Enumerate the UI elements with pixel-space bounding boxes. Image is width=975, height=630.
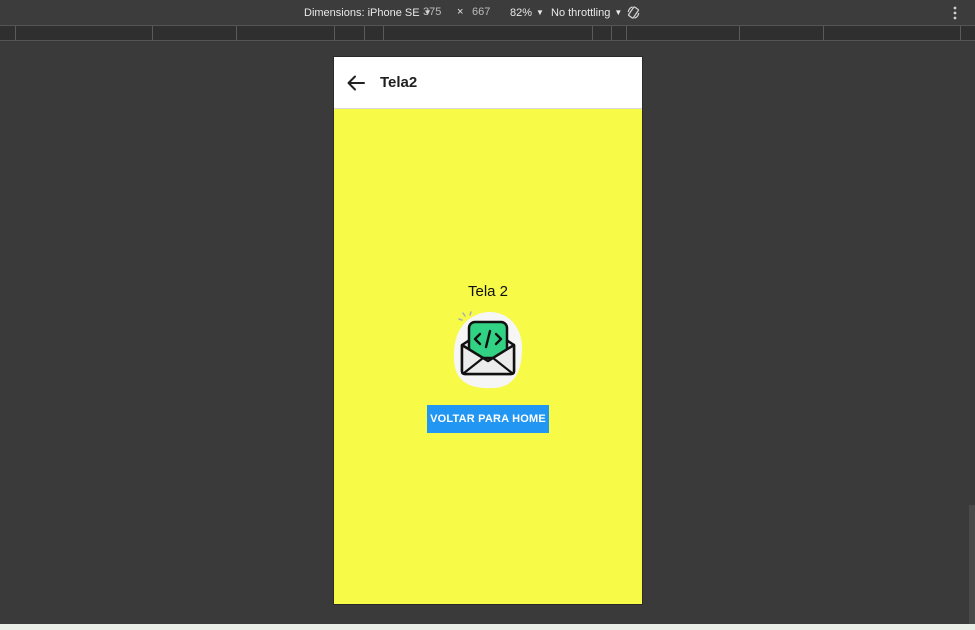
back-to-home-button[interactable]: VOLTAR PARA HOME bbox=[427, 405, 549, 433]
width-input[interactable]: 375 bbox=[423, 0, 441, 25]
media-query-ruler[interactable] bbox=[0, 26, 975, 41]
times-sign: × bbox=[457, 6, 464, 18]
height-input[interactable]: 667 bbox=[472, 0, 490, 25]
more-vertical-icon bbox=[953, 6, 957, 20]
ruler-tick bbox=[626, 26, 627, 40]
screen-title: Tela 2 bbox=[467, 283, 509, 300]
ruler-tick bbox=[15, 26, 16, 40]
chevron-down-icon: ▼ bbox=[536, 8, 544, 17]
ruler-tick bbox=[334, 26, 335, 40]
throttling-label: No throttling bbox=[551, 7, 611, 19]
ruler-tick bbox=[152, 26, 153, 40]
ruler-tick bbox=[592, 26, 593, 40]
ruler-tick bbox=[960, 26, 961, 40]
rotate-icon bbox=[627, 6, 640, 19]
rotate-button[interactable] bbox=[626, 5, 641, 21]
ruler-tick bbox=[236, 26, 237, 40]
zoom-label: 82% bbox=[510, 7, 533, 19]
bottom-strip bbox=[0, 624, 975, 630]
ruler-tick bbox=[383, 26, 384, 40]
device-viewport: Tela2 Tela 2 VOLTAR PARA HOME bbox=[334, 57, 642, 604]
device-select[interactable]: Dimensions: iPhone SE ▼ bbox=[304, 0, 431, 25]
chevron-down-icon: ▼ bbox=[614, 8, 623, 17]
zoom-select[interactable]: 82% ▼ bbox=[510, 0, 544, 25]
app-bar-title: Tela2 bbox=[380, 74, 418, 91]
app-bar: Tela2 bbox=[334, 57, 642, 109]
ruler-tick bbox=[823, 26, 824, 40]
ruler-tick bbox=[364, 26, 365, 40]
device-toolbar: Dimensions: iPhone SE ▼ 375 × 667 82% ▼ No… bbox=[0, 0, 975, 26]
arrow-back-icon bbox=[347, 75, 365, 91]
ruler-tick bbox=[739, 26, 740, 40]
device-select-label: Dimensions: iPhone SE bbox=[304, 7, 420, 19]
throttling-select[interactable]: No throttling ▼ bbox=[551, 0, 622, 25]
more-options-button[interactable] bbox=[952, 6, 958, 20]
ruler-tick bbox=[611, 26, 612, 40]
code-envelope-icon bbox=[453, 311, 522, 389]
back-button[interactable] bbox=[344, 71, 368, 95]
scrollbar[interactable] bbox=[969, 505, 975, 624]
